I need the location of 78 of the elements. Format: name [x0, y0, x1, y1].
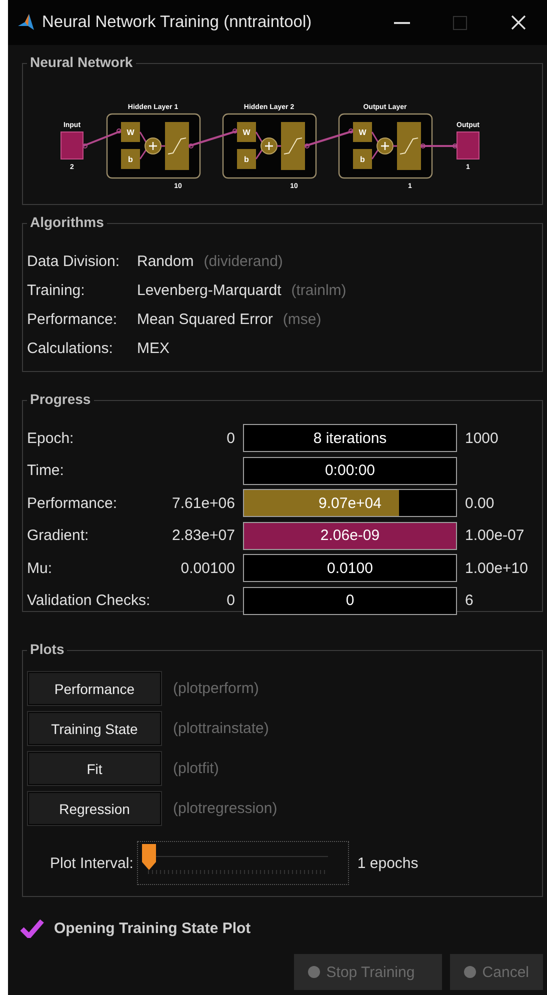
output-port	[456, 132, 479, 160]
connector-line	[188, 128, 237, 148]
algorithm-value: Mean Squared Error	[137, 311, 273, 328]
maximum-value: 0.00	[465, 494, 496, 512]
section-title: Progress	[27, 391, 94, 407]
bias-block: b	[236, 149, 256, 169]
connector-line	[304, 128, 353, 148]
transfer-function-block	[164, 122, 188, 170]
connector-line	[254, 131, 262, 160]
current-value: 0	[346, 592, 354, 609]
current-value: 2.06e-09	[320, 527, 380, 544]
plot-interval-slider[interactable]	[137, 841, 350, 885]
function-name: (plotfit)	[173, 760, 219, 777]
function-name: (trainlm)	[291, 282, 346, 299]
connector-line	[82, 128, 121, 148]
algorithm-value: Random	[137, 253, 194, 270]
progress-label: Validation Checks:	[27, 592, 152, 609]
plot-button[interactable]: Training State	[28, 712, 161, 745]
section-title: Algorithms	[27, 214, 107, 230]
minimum-value: 2.83e+07	[171, 527, 235, 544]
algorithm-label: Calculations:	[27, 340, 114, 357]
transfer-function-block	[280, 122, 304, 170]
transfer-function-block	[396, 122, 420, 170]
progress-label: Time:	[27, 462, 65, 479]
connector-line	[160, 145, 164, 147]
current-value: 8 iterations	[313, 430, 387, 446]
minimum-value: 0	[226, 430, 235, 446]
bias-block: b	[120, 149, 140, 169]
minimum-value: 0.00100	[180, 560, 235, 576]
plot-button[interactable]: Performance	[28, 672, 161, 705]
maximum-value: 1000	[465, 430, 500, 446]
connector-line	[276, 145, 280, 147]
plot-button[interactable]: Fit	[28, 752, 161, 785]
function-name: (plottrainstate)	[173, 720, 269, 737]
progress-label: Epoch:	[27, 430, 75, 446]
minimum-value: 7.61e+06	[171, 494, 235, 512]
function-name: (plotregression)	[173, 800, 278, 817]
bias-block: b	[352, 149, 372, 169]
connector-line	[370, 131, 378, 160]
function-name: (dividerand)	[204, 253, 283, 270]
maximum-value: 1.00e-07	[465, 527, 526, 544]
weight-block: W	[120, 122, 140, 142]
status-message: Opening Training State Plot	[54, 920, 251, 936]
algorithm-label: Data Division:	[27, 253, 121, 270]
progress-label: Gradient:	[27, 527, 90, 544]
current-value: 9.07e+04	[318, 494, 382, 512]
algorithm-label: Training:	[27, 282, 86, 299]
function-name: (mse)	[282, 311, 322, 328]
app-icon	[16, 12, 36, 32]
input-port	[60, 132, 83, 160]
sum-node	[376, 138, 393, 154]
current-value: 0.0100	[327, 560, 373, 576]
slider-thumb[interactable]	[142, 844, 156, 870]
algorithm-value: Levenberg-Marquardt	[137, 282, 282, 299]
progress-label: Mu:	[27, 560, 54, 576]
connector-line	[420, 144, 457, 148]
minimize-icon[interactable]	[394, 22, 410, 24]
algorithm-value: MEX	[137, 340, 170, 357]
algorithm-label: Performance:	[27, 311, 118, 328]
progress-label: Performance:	[27, 494, 118, 512]
section-title: Neural Network	[27, 54, 136, 70]
weight-block: W	[236, 122, 256, 142]
sum-node	[260, 138, 277, 154]
plot-button[interactable]: Regression	[28, 792, 161, 825]
connector-line	[392, 145, 396, 147]
function-name: (plotperform)	[173, 680, 259, 697]
sum-node	[144, 138, 161, 154]
maximum-value: 1.00e+10	[465, 560, 529, 576]
slider-reading: 1 epochs	[357, 854, 418, 872]
close-icon[interactable]	[510, 15, 526, 30]
minimum-value: 0	[226, 592, 235, 609]
connector-line	[138, 131, 146, 160]
weight-block: W	[352, 122, 372, 142]
maximum-value: 6	[465, 592, 474, 609]
section-title: Plots	[27, 641, 68, 657]
current-value: 0:00:00	[324, 462, 376, 479]
window-title: Neural Network Training (nntraintool)	[42, 13, 313, 32]
slider-label: Plot Interval:	[50, 854, 134, 872]
